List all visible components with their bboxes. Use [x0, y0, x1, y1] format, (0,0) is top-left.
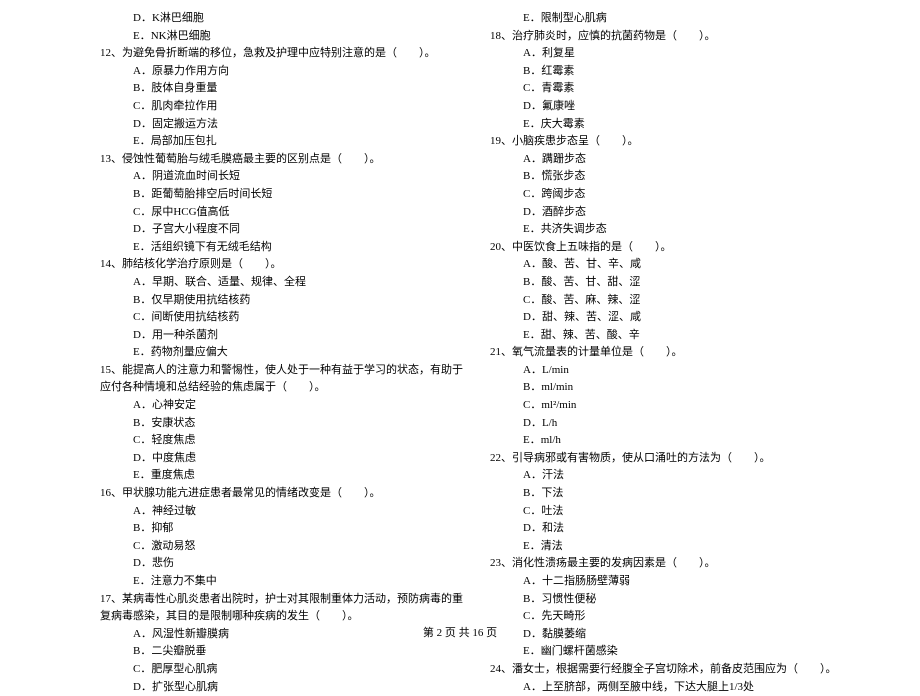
- option: A．利复星: [490, 45, 860, 63]
- option: A．十二指肠肠壁薄弱: [490, 573, 860, 591]
- option: B．ml/min: [490, 379, 860, 397]
- question-19: 19、小脑疾患步态呈（ ）。: [490, 133, 860, 151]
- option: A．L/min: [490, 362, 860, 380]
- question-13: 13、侵蚀性葡萄胎与绒毛膜癌最主要的区别点是（ ）。: [100, 151, 470, 169]
- option: C．吐法: [490, 503, 860, 521]
- option: D．甜、辣、苦、涩、咸: [490, 309, 860, 327]
- option: A．蹒跚步态: [490, 151, 860, 169]
- option: A．酸、苦、甘、辛、咸: [490, 256, 860, 274]
- option: A．风湿性新瓣膜病: [100, 626, 470, 644]
- option: E．注意力不集中: [100, 573, 470, 591]
- option: D．扩张型心肌病: [100, 679, 470, 696]
- question-23: 23、消化性溃疡最主要的发病因素是（ ）。: [490, 555, 860, 573]
- option: B．距葡萄胎排空后时间长短: [100, 186, 470, 204]
- option: B．下法: [490, 485, 860, 503]
- question-21: 21、氧气流量表的计量单位是（ ）。: [490, 344, 860, 362]
- option: C．跨阈步态: [490, 186, 860, 204]
- option: B．酸、苦、甘、甜、涩: [490, 274, 860, 292]
- option: C．间断使用抗结核药: [100, 309, 470, 327]
- option: B．肢体自身重量: [100, 80, 470, 98]
- option: D．氟康唑: [490, 98, 860, 116]
- option: A．阴道流血时间长短: [100, 168, 470, 186]
- page-container: D．K淋巴细胞 E．NK淋巴细胞 12、为避免骨折断端的移位，急救及护理中应特别…: [0, 0, 920, 620]
- option: E．ml/h: [490, 432, 860, 450]
- question-14: 14、肺结核化学治疗原则是（ ）。: [100, 256, 470, 274]
- option: E．NK淋巴细胞: [100, 28, 470, 46]
- option: B．慌张步态: [490, 168, 860, 186]
- option: C．酸、苦、麻、辣、涩: [490, 292, 860, 310]
- option: E．共济失调步态: [490, 221, 860, 239]
- question-16: 16、甲状腺功能亢进症患者最常见的情绪改变是（ ）。: [100, 485, 470, 503]
- question-20: 20、中医饮食上五味指的是（ ）。: [490, 239, 860, 257]
- option: D．用一种杀菌剂: [100, 327, 470, 345]
- option: E．限制型心肌病: [490, 10, 860, 28]
- option: C．肥厚型心肌病: [100, 661, 470, 679]
- option: E．局部加压包扎: [100, 133, 470, 151]
- option: E．庆大霉素: [490, 116, 860, 134]
- option: C．青霉素: [490, 80, 860, 98]
- option: E．活组织镜下有无绒毛结构: [100, 239, 470, 257]
- question-17: 17、某病毒性心肌炎患者出院时，护士对其限制重体力活动，预防病毒的重复病毒感染，…: [100, 591, 470, 626]
- option: B．红霉素: [490, 63, 860, 81]
- option: D．子宫大小程度不同: [100, 221, 470, 239]
- question-15: 15、能提高人的注意力和警惕性，使人处于一种有益于学习的状态，有助于应付各种情境…: [100, 362, 470, 397]
- option: E．重度焦虑: [100, 467, 470, 485]
- option: A．早期、联合、适量、规律、全程: [100, 274, 470, 292]
- right-column: E．限制型心肌病 18、治疗肺炎时，应慎的抗菌药物是（ ）。 A．利复星 B．红…: [490, 10, 880, 620]
- option: E．甜、辣、苦、酸、辛: [490, 327, 860, 345]
- left-column: D．K淋巴细胞 E．NK淋巴细胞 12、为避免骨折断端的移位，急救及护理中应特别…: [100, 10, 490, 620]
- option: B．二尖瓣脱垂: [100, 643, 470, 661]
- option: C．肌肉牵拉作用: [100, 98, 470, 116]
- question-12: 12、为避免骨折断端的移位，急救及护理中应特别注意的是（ ）。: [100, 45, 470, 63]
- option: B．抑郁: [100, 520, 470, 538]
- option: C．尿中HCG值高低: [100, 204, 470, 222]
- option: D．酒醉步态: [490, 204, 860, 222]
- question-22: 22、引导病邪或有害物质，使从口涌吐的方法为（ ）。: [490, 450, 860, 468]
- option: D．悲伤: [100, 555, 470, 573]
- option: C．轻度焦虑: [100, 432, 470, 450]
- option: E．幽门螺杆菌感染: [490, 643, 860, 661]
- option: A．原暴力作用方向: [100, 63, 470, 81]
- option: D．中度焦虑: [100, 450, 470, 468]
- option: D．固定搬运方法: [100, 116, 470, 134]
- option: D．和法: [490, 520, 860, 538]
- option: C．先天畸形: [490, 608, 860, 626]
- option: B．安康状态: [100, 415, 470, 433]
- option: A．神经过敏: [100, 503, 470, 521]
- option: A．汗法: [490, 467, 860, 485]
- question-18: 18、治疗肺炎时，应慎的抗菌药物是（ ）。: [490, 28, 860, 46]
- option: C．激动易怒: [100, 538, 470, 556]
- option: E．清法: [490, 538, 860, 556]
- option: D．K淋巴细胞: [100, 10, 470, 28]
- option: D．L/h: [490, 415, 860, 433]
- option: B．仅早期使用抗结核药: [100, 292, 470, 310]
- option: C．ml²/min: [490, 397, 860, 415]
- question-24: 24、潘女士，根据需要行经腹全子宫切除术，前备皮范围应为（ ）。: [490, 661, 860, 679]
- option: B．习惯性便秘: [490, 591, 860, 609]
- option: E．药物剂量应偏大: [100, 344, 470, 362]
- option: A．上至脐部，两侧至腋中线，下达大腿上1/3处: [490, 679, 860, 696]
- option: A．心神安定: [100, 397, 470, 415]
- option: D．黏膜萎缩: [490, 626, 860, 644]
